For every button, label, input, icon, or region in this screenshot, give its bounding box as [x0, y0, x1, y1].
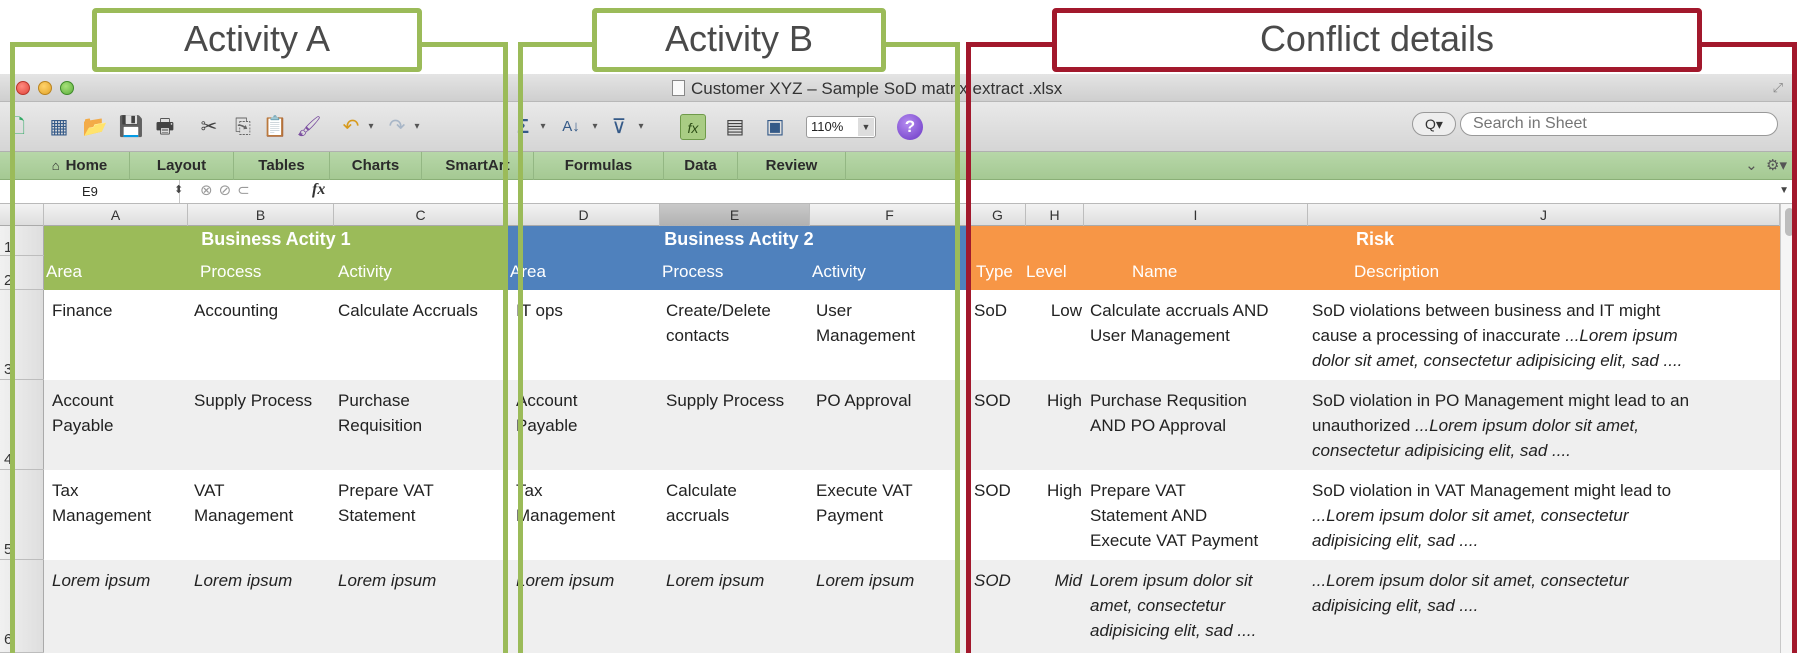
activity-a-frame	[10, 42, 508, 653]
activity-a-label: Activity A	[92, 8, 422, 72]
conflict-details-frame	[966, 42, 1797, 653]
activity-b-frame	[518, 42, 960, 653]
activity-b-label: Activity B	[592, 8, 886, 72]
conflict-details-label: Conflict details	[1052, 8, 1702, 72]
